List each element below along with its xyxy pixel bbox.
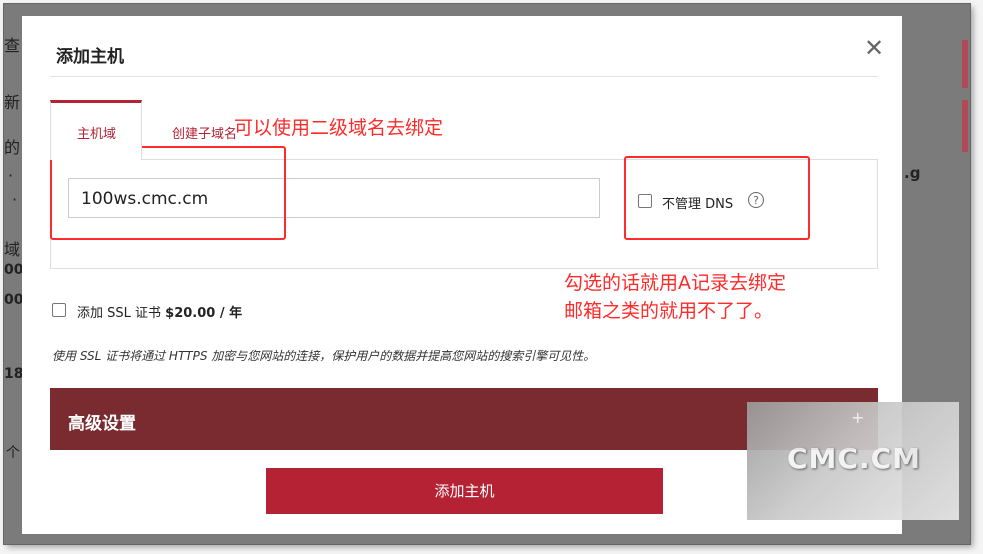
watermark-text: CMC.CM xyxy=(787,442,922,475)
advanced-settings-label: 高级设置 xyxy=(68,414,136,434)
annotation-dns-note-1: 勾选的话就用A记录去绑定 xyxy=(564,272,786,294)
bg-fragment: 新 xyxy=(4,93,21,112)
annotation-box-domain xyxy=(50,146,286,240)
ssl-description: 使用 SSL 证书将通过 HTTPS 加密与您网站的连接，保护用户的数据并提高您… xyxy=(52,349,596,363)
ssl-label-text: 添加 SSL 证书 xyxy=(77,306,162,321)
bg-fragment: 查 xyxy=(4,36,21,55)
page-backdrop: 查 新 的 · · 域 00 00 18 个 .g 添加主机 ✕ 主机域 创建子… xyxy=(4,4,970,544)
ssl-checkbox-label: 添加 SSL 证书 $20.00 / 年 xyxy=(77,302,242,321)
bg-fragment: 的 xyxy=(4,138,21,157)
bg-fragment: 00 xyxy=(4,292,24,308)
annotation-box-dns xyxy=(624,156,810,240)
ssl-price: $20.00 / 年 xyxy=(165,306,243,321)
bg-fragment: .g xyxy=(904,164,921,182)
bg-fragment: · xyxy=(12,190,18,209)
divider xyxy=(50,76,878,77)
tab-label: 主机域 xyxy=(77,127,117,142)
close-icon[interactable]: ✕ xyxy=(864,34,884,62)
watermark-plus: + xyxy=(851,408,865,427)
bg-fragment: 18 xyxy=(4,366,24,382)
screenshot-frame: 查 新 的 · · 域 00 00 18 个 .g 添加主机 ✕ 主机域 创建子… xyxy=(4,4,970,544)
annotation-subdomain-note: 可以使用二级域名去绑定 xyxy=(234,117,444,139)
bg-fragment: 00 xyxy=(4,262,24,278)
bg-fragment: · xyxy=(8,166,14,185)
ssl-checkbox[interactable] xyxy=(52,303,66,317)
annotation-dns-note-2: 邮箱之类的就用不了了。 xyxy=(564,300,774,322)
bg-fragment: 域 xyxy=(4,240,21,259)
bg-fragment: 个 xyxy=(6,445,20,461)
tab-create-subdomain[interactable]: 创建子域名 xyxy=(172,123,237,142)
watermark-logo: + CMC.CM xyxy=(747,402,959,520)
add-host-button[interactable]: 添加主机 xyxy=(266,468,663,514)
bg-side-button xyxy=(962,40,968,88)
modal-title: 添加主机 xyxy=(56,47,124,67)
bg-side-button xyxy=(962,100,968,152)
tab-host-domain[interactable]: 主机域 xyxy=(50,100,142,160)
